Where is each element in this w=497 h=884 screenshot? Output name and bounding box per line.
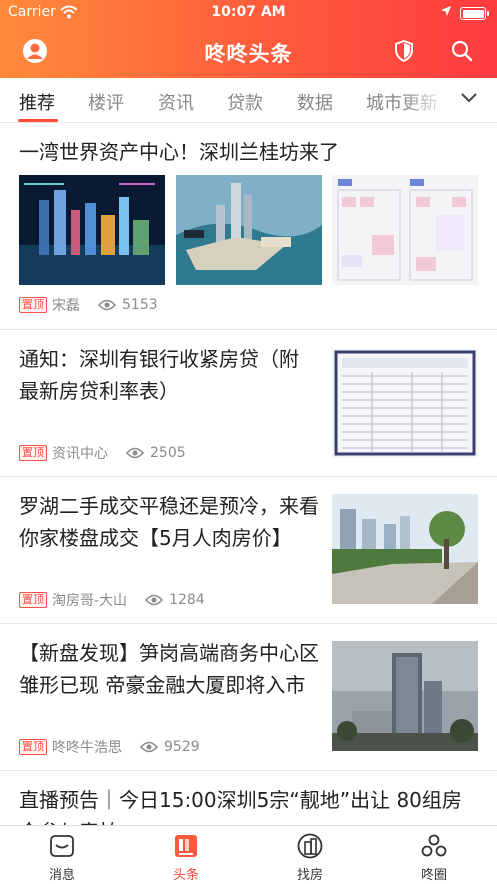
view-count: 1284 [169, 592, 205, 608]
headlines-icon [175, 835, 197, 857]
bottom-tab-messages[interactable]: 消息 [0, 826, 124, 884]
article-image [332, 175, 478, 285]
article-feed[interactable]: 一湾世界资产中心！深圳兰桂坊来了 置顶 宋磊 5153 通知：深圳有银行收紧房贷… [0, 123, 497, 825]
article-meta: 置顶 资讯中心 2505 [19, 443, 186, 463]
app-title: 咚咚头条 [204, 42, 293, 66]
bottom-tab-label: 消息 [48, 868, 75, 883]
pinned-badge: 置顶 [19, 297, 47, 313]
pinned-badge: 置顶 [19, 445, 47, 461]
bottom-tab-community[interactable]: 咚圈 [372, 826, 496, 884]
eye-icon [126, 447, 144, 459]
tab-reviews[interactable]: 楼评 [88, 89, 124, 115]
article-title: 通知：深圳有银行收紧房贷（附最新房贷利率表） [19, 347, 299, 403]
article-card[interactable]: 直播预告｜今日15:00深圳5宗“靓地”出让 80组房企参与竞拍 [0, 771, 497, 825]
article-title: 直播预告｜今日15:00深圳5宗“靓地”出让 80组房企参与竞拍 [19, 788, 462, 825]
status-bar: Carrier 10:07 AM [0, 0, 497, 26]
article-image [176, 175, 322, 285]
battery-icon [460, 7, 489, 20]
bottom-tab-find-house[interactable]: 找房 [248, 826, 372, 884]
tab-data[interactable]: 数据 [297, 89, 333, 115]
clock: 10:07 AM [211, 4, 286, 20]
article-image [332, 641, 478, 751]
shield-icon[interactable] [394, 40, 414, 62]
eye-icon [98, 299, 116, 311]
article-title: 【新盘发现】笋岗高端商务中心区雏形已现 帝豪金融大厦即将入市 [19, 641, 319, 697]
app-header: Carrier 10:07 AM 咚咚头条 [0, 0, 497, 78]
tabs-fade [402, 78, 450, 120]
article-source: 资讯中心 [52, 446, 108, 462]
nav-bar: 咚咚头条 [0, 26, 497, 78]
bottom-tab-label: 咚圈 [420, 868, 447, 883]
search-icon[interactable] [451, 40, 473, 62]
article-image [19, 175, 165, 285]
article-source: 宋磊 [52, 298, 80, 314]
article-image [332, 494, 478, 604]
pinned-badge: 置顶 [19, 592, 47, 608]
article-card[interactable]: 一湾世界资产中心！深圳兰桂坊来了 置顶 宋磊 5153 [0, 123, 497, 330]
tab-recommend[interactable]: 推荐 [19, 89, 55, 115]
view-count: 5153 [122, 297, 158, 313]
tab-active-indicator [18, 119, 58, 122]
category-tabs: 推荐 楼评 资讯 贷款 数据 城市更新 [0, 78, 497, 123]
article-source: 咚咚牛浩思 [52, 740, 122, 756]
message-icon [50, 835, 74, 857]
chevron-down-icon [461, 93, 477, 103]
tabs-more-button[interactable] [450, 78, 497, 121]
community-icon [421, 834, 447, 857]
article-card[interactable]: 通知：深圳有银行收紧房贷（附最新房贷利率表） 置顶 资讯中心 2505 [0, 330, 497, 477]
tab-news[interactable]: 资讯 [158, 89, 194, 115]
article-source: 淘房哥-大山 [52, 593, 128, 609]
article-title: 一湾世界资产中心！深圳兰桂坊来了 [19, 140, 339, 164]
tab-loans[interactable]: 贷款 [227, 89, 263, 115]
view-count: 2505 [150, 445, 186, 461]
bottom-tab-label: 头条 [172, 868, 199, 883]
article-card[interactable]: 罗湖二手成交平稳还是预冷，来看你家楼盘成交【5月人肉房价】 置顶 淘房哥-大山 12… [0, 477, 497, 624]
eye-icon [140, 741, 158, 753]
bottom-tab-bar: 消息 头条 找房 咚圈 [0, 825, 497, 884]
pinned-badge: 置顶 [19, 739, 47, 755]
article-meta: 置顶 咚咚牛浩思 9529 [19, 737, 200, 757]
article-image [332, 348, 478, 458]
eye-icon [145, 594, 164, 606]
building-icon [297, 833, 323, 859]
location-arrow-icon [441, 6, 451, 16]
article-meta: 置顶 宋磊 5153 [19, 295, 158, 315]
article-card[interactable]: 【新盘发现】笋岗高端商务中心区雏形已现 帝豪金融大厦即将入市 置顶 咚咚牛浩思 95… [0, 624, 497, 771]
view-count: 9529 [164, 739, 200, 755]
bottom-tab-headlines[interactable]: 头条 [124, 826, 248, 884]
article-title: 罗湖二手成交平稳还是预冷，来看你家楼盘成交【5月人肉房价】 [19, 494, 319, 550]
article-meta: 置顶 淘房哥-大山 1284 [19, 590, 205, 610]
bottom-tab-label: 找房 [296, 868, 323, 883]
